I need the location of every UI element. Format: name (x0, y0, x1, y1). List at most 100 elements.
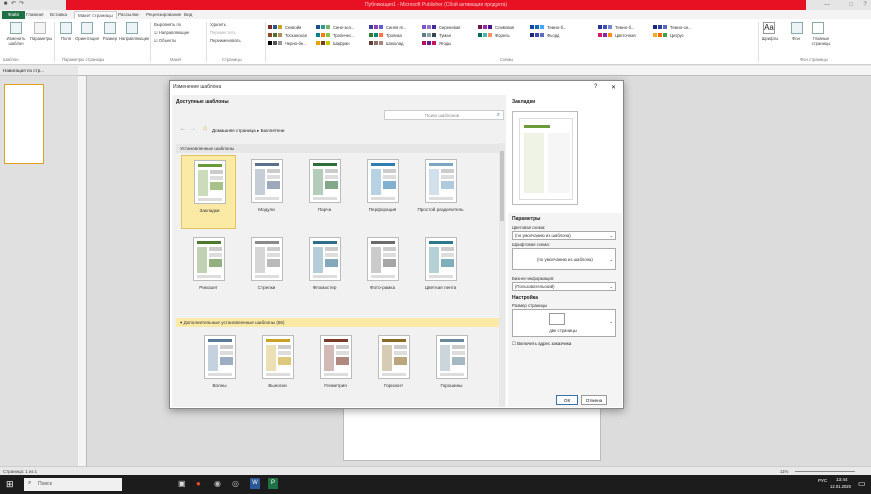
more-templates-header[interactable]: ▾ Дополнительные установленные шаблоны (… (176, 318, 502, 327)
back-arrow-icon[interactable]: ← (180, 126, 186, 132)
template-item[interactable]: Модули (239, 155, 294, 229)
color-scheme-option[interactable]: Темно-б... (598, 24, 634, 30)
background-icon[interactable] (791, 22, 803, 34)
color-scheme-option[interactable]: Фьорд (530, 32, 559, 38)
ok-button[interactable]: ОК (556, 395, 578, 405)
template-item[interactable]: Стрелки (239, 233, 294, 307)
params-button[interactable]: Параметры (30, 36, 52, 41)
master-pages-button[interactable]: Главные страницы (807, 36, 835, 46)
breadcrumb-home[interactable]: Домашняя страница (212, 128, 256, 133)
margins-button[interactable]: Поля (56, 36, 76, 41)
tab-2[interactable]: Вставка (50, 11, 67, 19)
fonts-button[interactable]: Шрифты (759, 36, 781, 41)
template-item[interactable]: Горизонт (366, 331, 421, 405)
minimize-button[interactable]: — (822, 1, 832, 9)
page-size-select[interactable]: две страницы ⌄ (512, 309, 616, 337)
guides-checkbox[interactable]: ☑ Направляющие (154, 30, 189, 36)
notification-icon[interactable]: ▭ (858, 479, 866, 488)
template-item[interactable]: Перфорация (355, 155, 410, 229)
color-scheme-select[interactable]: (по умолчанию из шаблона) ⌄ (512, 231, 616, 240)
undo-icon[interactable]: ↶ (10, 1, 17, 8)
template-item[interactable]: Рикошет (181, 233, 236, 307)
clock-time[interactable]: 13:44 (836, 477, 848, 482)
tab-6[interactable]: Вид (184, 11, 192, 19)
color-scheme-option[interactable]: Шафран (316, 40, 350, 46)
page-indicator[interactable]: Страница: 1 из 1 (3, 469, 37, 474)
master-pages-icon[interactable] (812, 22, 824, 34)
media-icon[interactable]: ◎ (232, 479, 239, 488)
orientation-icon[interactable] (81, 22, 93, 34)
template-search-input[interactable]: Поиск шаблонов (425, 113, 459, 118)
orientation-button[interactable]: Ориентация (74, 36, 100, 41)
taskbar-search-box[interactable]: ⌕ Поиск (24, 478, 122, 491)
template-item[interactable]: Фото-рамка (355, 233, 410, 307)
rename-page-button[interactable]: Переименовать (210, 38, 241, 44)
page-thumbnail[interactable] (4, 84, 44, 164)
color-scheme-option[interactable]: Синяя яг... (369, 24, 406, 30)
move-page-button[interactable]: Переместить (210, 30, 236, 36)
color-scheme-option[interactable]: Туман (422, 32, 451, 38)
template-item[interactable]: Парча (297, 155, 352, 229)
color-scheme-option[interactable]: Шоколад (369, 40, 404, 46)
tab-1[interactable]: Главная (26, 11, 43, 19)
color-scheme-option[interactable]: Ягоды (422, 40, 451, 46)
save-icon[interactable]: ■ (2, 1, 9, 8)
align-to-button[interactable]: Выровнять по (154, 22, 181, 28)
business-info-select[interactable]: (Пользовательский) ⌄ (512, 282, 616, 291)
template-item[interactable]: Геометрия (308, 331, 363, 405)
templates-scrollbar[interactable] (499, 143, 505, 407)
tab-0[interactable]: Файл (2, 11, 26, 19)
template-item[interactable]: Закладки (181, 155, 236, 229)
template-item[interactable]: Волны (192, 331, 247, 405)
font-scheme-select[interactable]: (по умолчанию из шаблона) ⌄ (512, 248, 616, 270)
fonts-icon[interactable]: Aa (763, 22, 775, 34)
zoom-slider[interactable] (795, 471, 855, 472)
color-scheme-option[interactable]: Цветочная (598, 32, 636, 38)
template-item[interactable]: Простой разделитель (413, 155, 468, 229)
forward-arrow-icon[interactable]: → (190, 126, 196, 132)
taskbar-search-input[interactable]: Поиск (38, 481, 52, 487)
template-item[interactable]: Выноски (250, 331, 305, 405)
guides-button[interactable]: Направляющие (119, 36, 149, 41)
color-scheme-option[interactable]: Форель (478, 32, 510, 38)
color-scheme-option[interactable]: Тропика (369, 32, 402, 38)
keyboard-language[interactable]: РУС (818, 478, 827, 483)
search-icon[interactable]: ⌕ (497, 112, 500, 119)
change-template-button[interactable]: Изменить шаблон (3, 36, 29, 46)
tab-4[interactable]: Рассылки (118, 11, 139, 19)
publisher-icon[interactable]: P (268, 478, 278, 489)
size-icon[interactable] (104, 22, 116, 34)
maximize-button[interactable]: □ (846, 1, 856, 9)
params-icon[interactable] (34, 22, 46, 34)
color-scheme-option[interactable]: Черно-бе... (268, 40, 307, 46)
dialog-close-button[interactable]: ✕ (611, 84, 616, 91)
clock-date[interactable]: 12.01.2020 (830, 484, 851, 489)
color-scheme-option[interactable]: Сиреневая (422, 24, 460, 30)
tab-3[interactable]: Макет страницы (74, 11, 117, 19)
browser-icon[interactable]: ● (196, 479, 201, 488)
color-scheme-option[interactable]: Секвойя (268, 24, 301, 30)
color-scheme-option[interactable]: Тропичес... (316, 32, 355, 38)
scrollbar-thumb[interactable] (500, 151, 504, 221)
color-scheme-option[interactable]: Темно-си... (653, 24, 692, 30)
color-scheme-option[interactable]: Сине-зел... (316, 24, 354, 30)
template-item[interactable]: Фломастер (297, 233, 352, 307)
customer-address-checkbox[interactable]: ☐ Включить адрес заказчика (512, 341, 571, 347)
background-button[interactable]: Фон (786, 36, 806, 41)
color-scheme-option[interactable]: Сливовая (478, 24, 514, 30)
change-template-icon[interactable] (10, 22, 22, 34)
home-icon[interactable]: ⌂ (203, 125, 207, 132)
color-scheme-option[interactable]: Тосканская (268, 32, 307, 38)
objects-checkbox[interactable]: ☑ Объекты (154, 38, 176, 44)
template-search-box[interactable]: Поиск шаблонов ⌕ (384, 110, 504, 120)
delete-page-button[interactable]: Удалить (210, 22, 226, 28)
help-icon[interactable]: ? (860, 1, 870, 9)
tab-5[interactable]: Рецензирование (146, 11, 181, 19)
color-scheme-option[interactable]: Цитрус (653, 32, 684, 38)
template-item[interactable]: Горошины (424, 331, 479, 405)
redo-icon[interactable]: ↷ (18, 1, 25, 8)
color-scheme-option[interactable]: Темно-б... (530, 24, 566, 30)
size-button[interactable]: Размер (99, 36, 121, 41)
template-item[interactable]: Цветная лента (413, 233, 468, 307)
guides-icon[interactable] (126, 22, 138, 34)
